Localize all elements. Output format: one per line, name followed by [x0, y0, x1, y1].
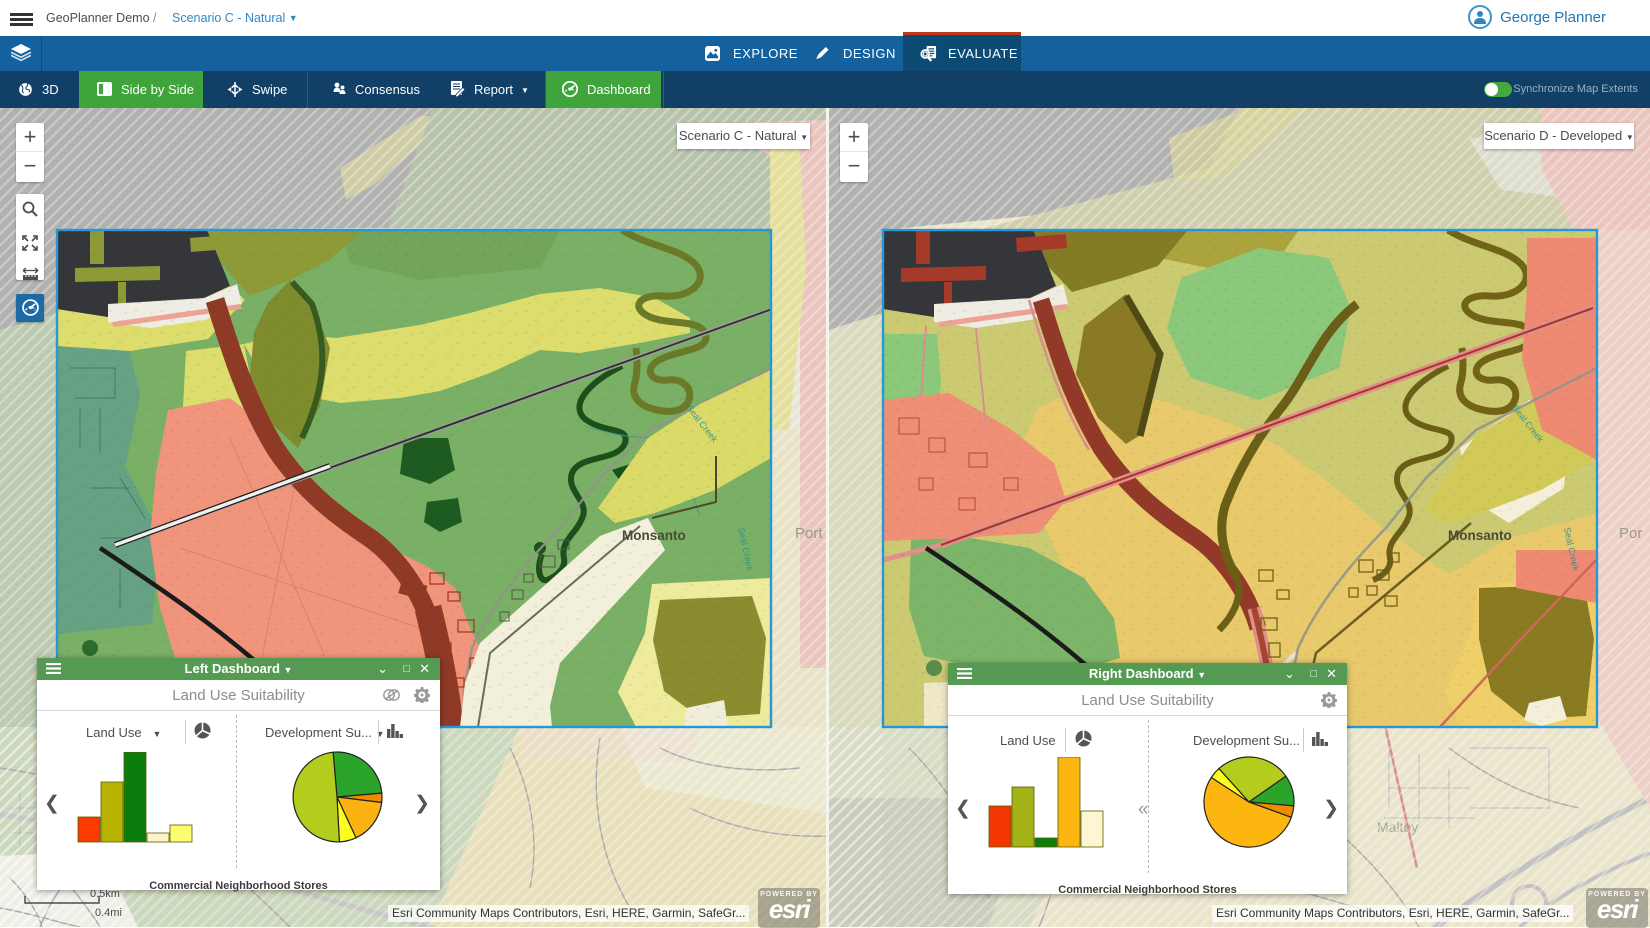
- svg-text:Port: Port: [795, 525, 823, 542]
- svg-text:Por: Por: [1619, 525, 1642, 542]
